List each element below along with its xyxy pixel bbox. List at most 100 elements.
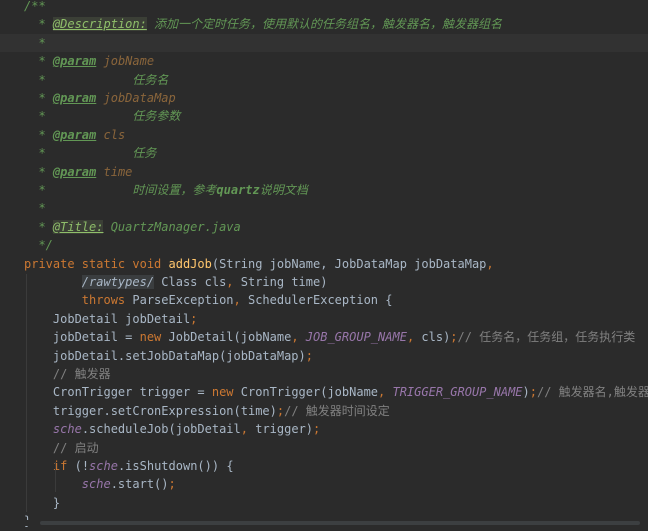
code-line[interactable]: * 任务: [0, 144, 648, 162]
code-line[interactable]: * @Title: QuartzManager.java: [0, 218, 648, 236]
code-token: .start(): [110, 477, 169, 492]
code-token: @param: [52, 91, 97, 105]
code-line[interactable]: * @param jobName: [0, 52, 648, 70]
code-token: *: [24, 54, 53, 69]
code-line[interactable]: sche.start();: [0, 475, 648, 493]
code-token: JobDetail jobDetail: [24, 311, 191, 326]
code-token: @param: [52, 127, 97, 142]
code-line[interactable]: */: [0, 236, 648, 254]
code-line[interactable]: * @param time: [0, 163, 648, 181]
indent-guide: [26, 274, 27, 512]
code-line[interactable]: CronTrigger trigger = new CronTrigger(jo…: [0, 383, 648, 401]
code-token: if: [52, 459, 75, 473]
code-token: @Description:: [52, 17, 147, 32]
code-line[interactable]: *: [0, 199, 648, 217]
scrollbar-thumb[interactable]: [40, 521, 640, 525]
code-line[interactable]: JobDetail jobDetail;: [0, 310, 648, 328]
code-token: ,: [406, 330, 422, 345]
code-token: (!: [74, 459, 90, 473]
code-token: ,: [226, 275, 241, 289]
code-token: JOB_GROUP_NAME: [305, 330, 407, 345]
code-line[interactable]: jobDetail = new JobDetail(jobName, JOB_G…: [0, 328, 648, 346]
code-token: ;: [190, 311, 198, 326]
code-token: 任务: [132, 146, 157, 161]
code-line[interactable]: * 任务参数: [0, 107, 648, 125]
code-line[interactable]: * @param jobDataMap: [0, 89, 648, 107]
code-line[interactable]: * 时间设置，参考quartz说明文档: [0, 181, 648, 199]
code-token: jobDetail.setJobDataMap(jobDataMap): [24, 348, 306, 363]
code-token: // 启动: [24, 440, 99, 455]
code-token: ,: [240, 422, 256, 437]
code-line[interactable]: *: [0, 33, 648, 53]
code-token: sche: [52, 422, 82, 437]
code-line[interactable]: // 启动: [0, 439, 648, 457]
code-line[interactable]: jobDetail.setJobDataMap(jobDataMap);: [0, 347, 648, 365]
code-token: ;: [529, 385, 537, 400]
code-line[interactable]: * @Description: 添加一个定时任务，使用默认的任务组名，触发器名，…: [0, 15, 648, 33]
code-token: CronTrigger trigger =: [24, 385, 212, 400]
code-token: new: [211, 385, 241, 400]
code-token: 说明文档: [259, 183, 308, 197]
code-token: 任务名: [132, 72, 169, 87]
code-token: CronTrigger(jobName: [240, 385, 379, 400]
code-token: // 触发器: [24, 367, 111, 381]
code-token: ,: [233, 293, 248, 308]
code-token: @Title:: [52, 219, 104, 234]
horizontal-scrollbar[interactable]: [0, 520, 648, 526]
code-token: */: [24, 238, 53, 253]
code-line[interactable]: private static void addJob(String jobNam…: [0, 255, 648, 273]
code-token: ,: [378, 385, 393, 400]
code-token: ,: [291, 330, 306, 345]
code-token: ;: [305, 348, 313, 363]
code-token: ): [522, 385, 530, 400]
code-token: *: [24, 17, 53, 32]
code-token: *: [24, 91, 53, 105]
code-line[interactable]: sche.scheduleJob(jobDetail, trigger);: [0, 420, 648, 438]
code-token: 时间设置，参考: [132, 183, 217, 197]
code-token: private static void: [24, 256, 169, 271]
code-token: @param: [52, 164, 97, 179]
code-token: JobDetail(jobName: [168, 330, 292, 345]
code-token: trigger): [255, 422, 314, 437]
code-line[interactable]: // 触发器: [0, 365, 648, 383]
code-line[interactable]: throws ParseException, SchedulerExceptio…: [0, 291, 648, 309]
code-token: Class cls: [154, 275, 227, 289]
code-line[interactable]: * 任务名: [0, 71, 648, 89]
code-line[interactable]: if (!sche.isShutdown()) {: [0, 457, 648, 475]
code-token: *: [24, 219, 53, 234]
code-token: *: [24, 164, 53, 179]
code-line[interactable]: trigger.setCronExpression(time);// 触发器时间…: [0, 402, 648, 420]
code-token: *: [24, 183, 133, 197]
code-token: *: [24, 201, 46, 216]
code-token: time: [96, 164, 133, 179]
code-token: /rawtypes/: [81, 275, 155, 289]
code-token: trigger.setCronExpression(time): [24, 403, 277, 418]
code-token: // 触发器名,触发器组: [537, 385, 648, 400]
code-token: sche: [89, 459, 118, 473]
code-token: jobDetail =: [24, 330, 140, 345]
code-line[interactable]: * @param cls: [0, 126, 648, 144]
code-line[interactable]: }: [0, 494, 648, 512]
code-token: *: [24, 72, 133, 87]
code-token: QuartzManager.java: [103, 219, 241, 234]
code-line[interactable]: /**: [0, 0, 648, 15]
code-token: addJob: [168, 256, 212, 271]
code-token: *: [24, 109, 133, 124]
code-token: jobName: [96, 54, 155, 69]
code-token: sche: [81, 477, 111, 492]
code-token: SchedulerException {: [247, 293, 393, 308]
code-token: // 触发器时间设定: [284, 403, 390, 418]
code-token: 添加一个定时任务，使用默认的任务组名，触发器名，触发器组名: [146, 17, 503, 32]
code-token: .isShutdown()) {: [117, 459, 234, 473]
code-editor[interactable]: /** * @Description: 添加一个定时任务，使用默认的任务组名，触…: [0, 0, 648, 528]
indent-guide: [55, 462, 56, 492]
code-line[interactable]: /rawtypes/ Class cls, String time): [0, 273, 648, 291]
code-token: @param: [52, 54, 97, 69]
code-token: /**: [24, 0, 46, 13]
code-token: quartz: [216, 183, 260, 197]
